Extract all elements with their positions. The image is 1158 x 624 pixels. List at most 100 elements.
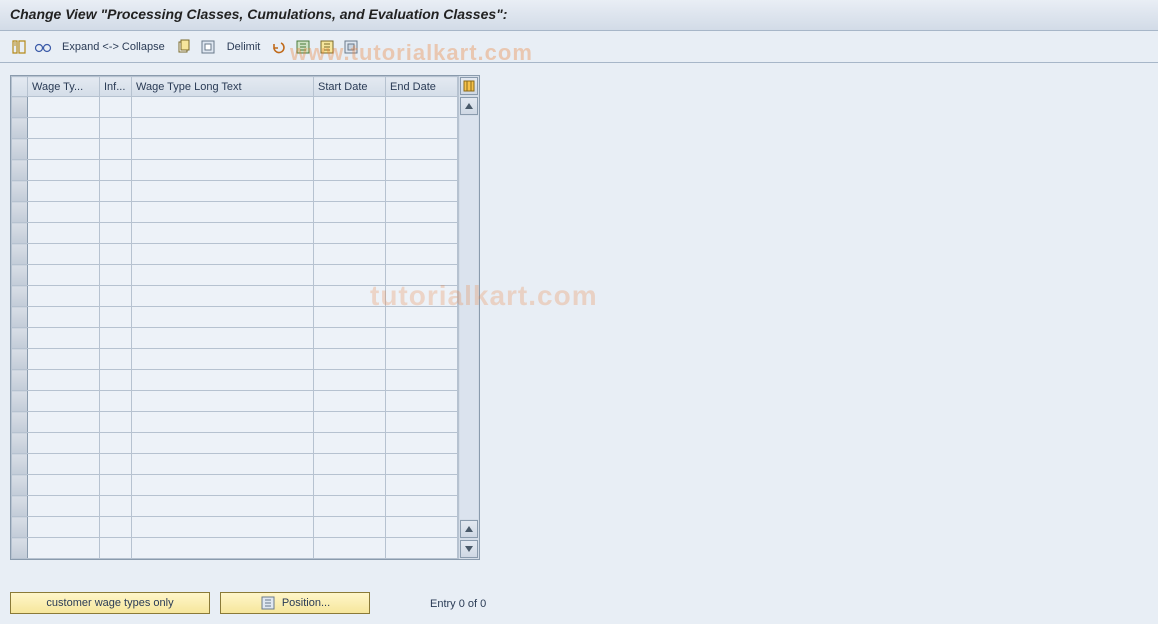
table-row[interactable] [12, 118, 458, 139]
cell[interactable] [28, 139, 100, 160]
cell[interactable] [386, 349, 458, 370]
cell[interactable] [100, 433, 132, 454]
table-row[interactable] [12, 538, 458, 559]
column-select-header[interactable] [12, 77, 28, 97]
table-row[interactable] [12, 265, 458, 286]
cell[interactable] [314, 160, 386, 181]
cell[interactable] [100, 454, 132, 475]
position-button[interactable]: Position... [220, 592, 370, 614]
cell[interactable] [314, 223, 386, 244]
column-long-text[interactable]: Wage Type Long Text [132, 77, 314, 97]
cell[interactable] [28, 433, 100, 454]
cell[interactable] [132, 265, 314, 286]
cell[interactable] [314, 202, 386, 223]
cell[interactable] [314, 349, 386, 370]
cell[interactable] [28, 349, 100, 370]
cell[interactable] [314, 370, 386, 391]
table-row[interactable] [12, 370, 458, 391]
table-row[interactable] [12, 202, 458, 223]
row-select-cell[interactable] [12, 517, 28, 538]
cell[interactable] [100, 244, 132, 265]
cell[interactable] [100, 202, 132, 223]
cell[interactable] [132, 118, 314, 139]
table-row[interactable] [12, 244, 458, 265]
cell[interactable] [132, 370, 314, 391]
column-wage-type[interactable]: Wage Ty... [28, 77, 100, 97]
row-select-cell[interactable] [12, 433, 28, 454]
cell[interactable] [28, 412, 100, 433]
cell[interactable] [132, 433, 314, 454]
table-row[interactable] [12, 412, 458, 433]
cell[interactable] [386, 97, 458, 118]
cell[interactable] [100, 181, 132, 202]
cell[interactable] [314, 286, 386, 307]
cell[interactable] [314, 307, 386, 328]
cell[interactable] [100, 160, 132, 181]
table-row[interactable] [12, 307, 458, 328]
cell[interactable] [28, 496, 100, 517]
table-row[interactable] [12, 97, 458, 118]
cell[interactable] [28, 223, 100, 244]
table-row[interactable] [12, 223, 458, 244]
cell[interactable] [386, 475, 458, 496]
scroll-up2-icon[interactable] [460, 520, 478, 538]
select-all-icon[interactable] [294, 38, 312, 56]
cell[interactable] [314, 139, 386, 160]
glasses-icon[interactable] [34, 38, 52, 56]
table-row[interactable] [12, 391, 458, 412]
cell[interactable] [314, 118, 386, 139]
cell[interactable] [132, 181, 314, 202]
cell[interactable] [386, 139, 458, 160]
cell[interactable] [386, 370, 458, 391]
row-select-cell[interactable] [12, 97, 28, 118]
cell[interactable] [132, 517, 314, 538]
cell[interactable] [132, 475, 314, 496]
cell[interactable] [132, 244, 314, 265]
cell[interactable] [132, 412, 314, 433]
cell[interactable] [28, 286, 100, 307]
cell[interactable] [100, 538, 132, 559]
cell[interactable] [100, 370, 132, 391]
cell[interactable] [386, 265, 458, 286]
cell[interactable] [28, 307, 100, 328]
cell[interactable] [386, 286, 458, 307]
cell[interactable] [28, 454, 100, 475]
cell[interactable] [314, 244, 386, 265]
row-select-cell[interactable] [12, 328, 28, 349]
row-select-cell[interactable] [12, 412, 28, 433]
cell[interactable] [314, 538, 386, 559]
table-row[interactable] [12, 160, 458, 181]
cell[interactable] [100, 286, 132, 307]
row-select-cell[interactable] [12, 181, 28, 202]
row-select-cell[interactable] [12, 202, 28, 223]
row-select-cell[interactable] [12, 118, 28, 139]
cell[interactable] [132, 349, 314, 370]
cell[interactable] [28, 244, 100, 265]
customer-wage-types-button[interactable]: customer wage types only [10, 592, 210, 614]
row-select-cell[interactable] [12, 496, 28, 517]
table-row[interactable] [12, 454, 458, 475]
row-select-cell[interactable] [12, 265, 28, 286]
cell[interactable] [28, 370, 100, 391]
cell[interactable] [28, 391, 100, 412]
cell[interactable] [386, 244, 458, 265]
cell[interactable] [100, 328, 132, 349]
cell[interactable] [28, 475, 100, 496]
column-start-date[interactable]: Start Date [314, 77, 386, 97]
cell[interactable] [314, 181, 386, 202]
cell[interactable] [314, 412, 386, 433]
toggle-icon[interactable] [10, 38, 28, 56]
cell[interactable] [314, 97, 386, 118]
column-config-icon[interactable] [460, 77, 478, 95]
paste-icon[interactable] [199, 38, 217, 56]
row-select-cell[interactable] [12, 139, 28, 160]
cell[interactable] [28, 517, 100, 538]
cell[interactable] [132, 286, 314, 307]
cell[interactable] [132, 391, 314, 412]
cell[interactable] [100, 496, 132, 517]
table-row[interactable] [12, 286, 458, 307]
cell[interactable] [386, 391, 458, 412]
cell[interactable] [132, 160, 314, 181]
cell[interactable] [386, 412, 458, 433]
cell[interactable] [386, 454, 458, 475]
